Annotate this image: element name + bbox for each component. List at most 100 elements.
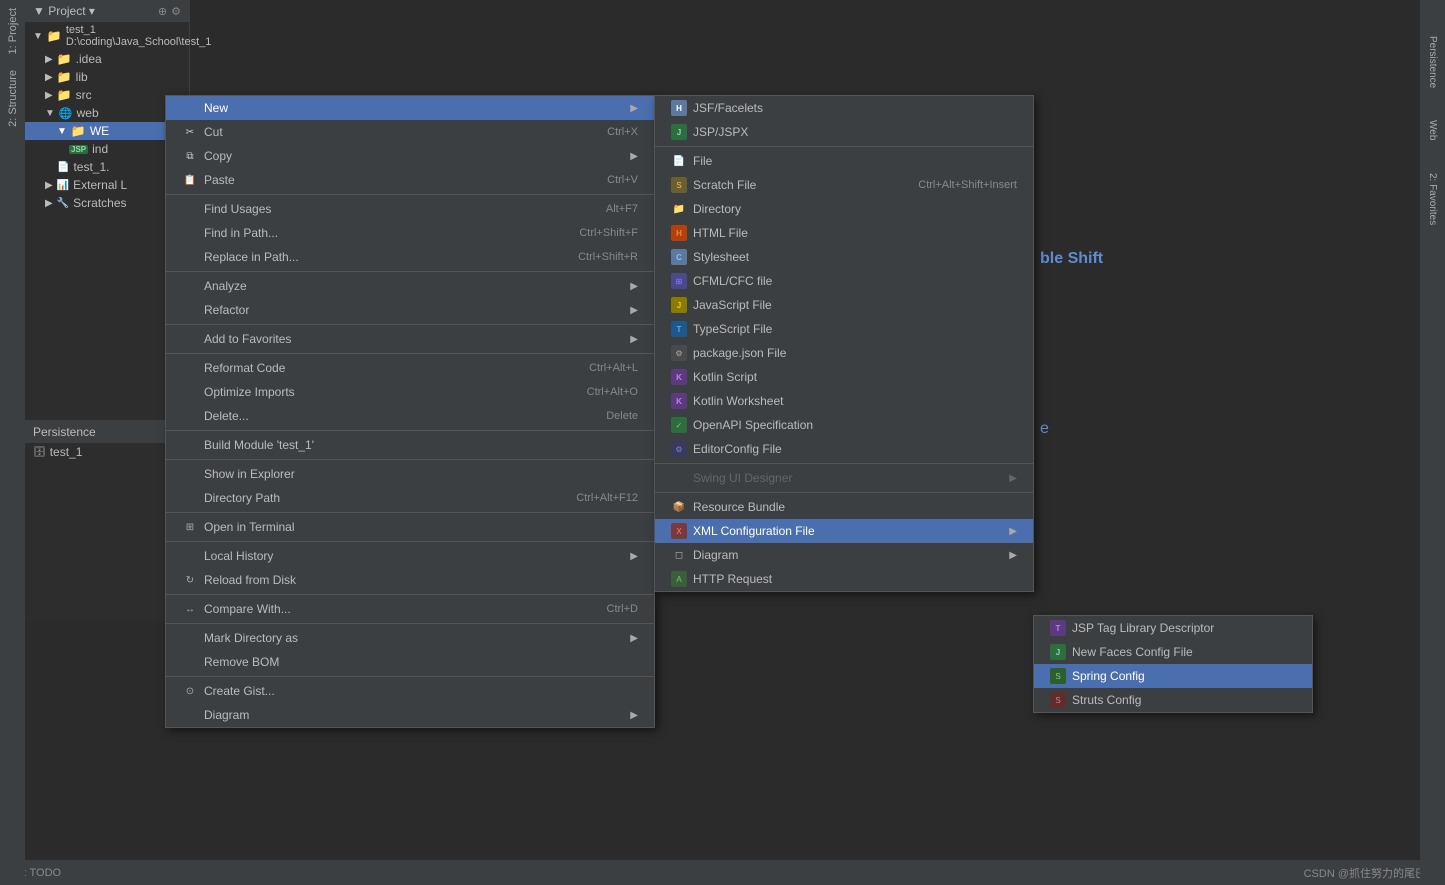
cfml-icon: ⊞ <box>671 273 687 289</box>
menu-item-delete[interactable]: Delete... Delete <box>166 404 654 428</box>
separator-3 <box>166 324 654 325</box>
menu-label-refactor: Refactor <box>204 303 249 317</box>
submenu-item-ts[interactable]: T TypeScript File <box>655 317 1033 341</box>
submenu-label-directory: Directory <box>693 202 741 216</box>
menu-item-new[interactable]: New ▶ <box>166 96 654 120</box>
separator-9 <box>166 594 654 595</box>
submenu-resource-left: 📦 Resource Bundle <box>671 499 785 515</box>
menu-item-build-module[interactable]: Build Module 'test_1' <box>166 433 654 457</box>
menu-item-analyze[interactable]: Analyze ▶ <box>166 274 654 298</box>
analyze-icon <box>182 278 198 294</box>
submenu-label-diagram: Diagram <box>693 548 738 562</box>
menu-item-copy[interactable]: ⧉ Copy ▶ <box>166 144 654 168</box>
menu-item-cut[interactable]: ✂ Cut Ctrl+X <box>166 120 654 144</box>
menu-item-diagram[interactable]: Diagram ▶ <box>166 703 654 727</box>
menu-item-paste[interactable]: 📋 Paste Ctrl+V <box>166 168 654 192</box>
submenu-item-pkg[interactable]: ⚙ package.json File <box>655 341 1033 365</box>
submenu-item-jsp[interactable]: J JSP/JSPX <box>655 120 1033 144</box>
separator-1 <box>166 194 654 195</box>
tree-item-idea[interactable]: ▶ 📁 .idea <box>25 50 189 68</box>
right-tab-persistence[interactable]: Persistence <box>1424 30 1441 94</box>
separator-6 <box>166 459 654 460</box>
submenu-item-http[interactable]: A HTTP Request <box>655 567 1033 591</box>
separator-5 <box>166 430 654 431</box>
cut-shortcut: Ctrl+X <box>607 126 638 138</box>
submenu-http-left: A HTTP Request <box>671 571 772 587</box>
menu-item-find-path[interactable]: Find in Path... Ctrl+Shift+F <box>166 221 654 245</box>
sidebar-tab-structure[interactable]: 2: Structure <box>3 62 23 135</box>
new-arrow-icon: ▶ <box>630 103 638 114</box>
submenu-label-editor: EditorConfig File <box>693 442 782 456</box>
submenu-xml-item-spring[interactable]: S Spring Config <box>1034 664 1312 688</box>
submenu-label-jsp: JSP/JSPX <box>693 125 748 139</box>
submenu-item-scratch[interactable]: S Scratch File Ctrl+Alt+Shift+Insert <box>655 173 1033 197</box>
submenu-item-html[interactable]: H HTML File <box>655 221 1033 245</box>
tree-item-test1[interactable]: ▼ 📁 test_1 D:\coding\Java_School\test_1 <box>25 22 189 50</box>
menu-item-find-usages[interactable]: Find Usages Alt+F7 <box>166 197 654 221</box>
submenu-item-file[interactable]: 📄 File <box>655 149 1033 173</box>
submenu-item-kotlin[interactable]: K Kotlin Script <box>655 365 1033 389</box>
jsf-icon: H <box>671 100 687 116</box>
menu-item-create-gist[interactable]: ⊙ Create Gist... <box>166 679 654 703</box>
explorer-icon <box>182 466 198 482</box>
submenu-item-kotlin-ws[interactable]: K Kotlin Worksheet <box>655 389 1033 413</box>
menu-item-optimize[interactable]: Optimize Imports Ctrl+Alt+O <box>166 380 654 404</box>
menu-item-new-left: New <box>182 100 228 116</box>
submenu-item-swing[interactable]: Swing UI Designer ▶ <box>655 466 1033 490</box>
right-tab-web[interactable]: Web <box>1424 114 1441 146</box>
submenu-item-diagram[interactable]: ◻ Diagram ▶ <box>655 543 1033 567</box>
menu-item-refactor[interactable]: Refactor ▶ <box>166 298 654 322</box>
menu-item-dir-path[interactable]: Directory Path Ctrl+Alt+F12 <box>166 486 654 510</box>
submenu-pkg-left: ⚙ package.json File <box>671 345 786 361</box>
folder-icon-src: 📁 <box>57 88 72 102</box>
menu-item-add-favorites[interactable]: Add to Favorites ▶ <box>166 327 654 351</box>
menu-item-mark-dir[interactable]: Mark Directory as ▶ <box>166 626 654 650</box>
openapi-icon: ✓ <box>671 417 687 433</box>
menu-label-delete: Delete... <box>204 409 249 423</box>
kotlin-ws-icon: K <box>671 393 687 409</box>
right-tab-bar: Persistence Web 2: Favorites <box>1420 0 1445 885</box>
tree-label-scratches: Scratches <box>73 196 126 210</box>
submenu-xml-item-jsp-tag[interactable]: T JSP Tag Library Descriptor <box>1034 616 1312 640</box>
folder-icon-idea: 📁 <box>57 52 72 66</box>
project-icon-2[interactable]: ⚙ <box>171 5 181 18</box>
submenu-diagram-left: ◻ Diagram <box>671 547 738 563</box>
menu-item-show-explorer[interactable]: Show in Explorer <box>166 462 654 486</box>
tree-item-lib[interactable]: ▶ 📁 lib <box>25 68 189 86</box>
menu-label-mark-dir: Mark Directory as <box>204 631 298 645</box>
xml-icon: X <box>671 523 687 539</box>
submenu-item-editor[interactable]: ⚙ EditorConfig File <box>655 437 1033 461</box>
submenu-item-cfml[interactable]: ⊞ CFML/CFC file <box>655 269 1033 293</box>
submenu-item-directory[interactable]: 📁 Directory <box>655 197 1033 221</box>
menu-item-reload[interactable]: ↻ Reload from Disk <box>166 568 654 592</box>
folder-icon-test1: 📁 <box>47 29 62 43</box>
submenu-item-openapi[interactable]: ✓ OpenAPI Specification <box>655 413 1033 437</box>
menu-item-diagram-left: Diagram <box>182 707 249 723</box>
submenu-xml-item-faces[interactable]: J New Faces Config File <box>1034 640 1312 664</box>
project-icon-1[interactable]: ⊕ <box>158 5 167 18</box>
submenu-item-css[interactable]: C Stylesheet <box>655 245 1033 269</box>
submenu-item-resource[interactable]: 📦 Resource Bundle <box>655 495 1033 519</box>
submenu-item-xml[interactable]: X XML Configuration File ▶ <box>655 519 1033 543</box>
submenu-sep-3 <box>655 492 1033 493</box>
menu-item-replace-path[interactable]: Replace in Path... Ctrl+Shift+R <box>166 245 654 269</box>
submenu-item-jsf[interactable]: H JSF/Facelets <box>655 96 1033 120</box>
menu-item-local-history[interactable]: Local History ▶ <box>166 544 654 568</box>
menu-item-explorer-left: Show in Explorer <box>182 466 295 482</box>
tree-label-test1: test_1 D:\coding\Java_School\test_1 <box>66 24 212 48</box>
right-tab-favorites[interactable]: 2: Favorites <box>1424 167 1441 231</box>
find-usages-shortcut: Alt+F7 <box>606 203 638 215</box>
menu-item-reformat[interactable]: Reformat Code Ctrl+Alt+L <box>166 356 654 380</box>
chevron-right-icon-ext: ▶ <box>45 180 53 191</box>
menu-item-terminal[interactable]: ⊞ Open in Terminal <box>166 515 654 539</box>
submenu-jsp-left: J JSP/JSPX <box>671 124 748 140</box>
submenu-xml-item-struts[interactable]: S Struts Config <box>1034 688 1312 712</box>
menu-item-remove-bom[interactable]: Remove BOM <box>166 650 654 674</box>
submenu-file-left: 📄 File <box>671 153 712 169</box>
menu-item-compare-left: ↔ Compare With... <box>182 601 291 617</box>
menu-item-compare[interactable]: ↔ Compare With... Ctrl+D <box>166 597 654 621</box>
sidebar-tab-project[interactable]: 1: Project <box>3 0 23 62</box>
submenu-scratch-left: S Scratch File <box>671 177 756 193</box>
js-icon: J <box>671 297 687 313</box>
submenu-item-js[interactable]: J JavaScript File <box>655 293 1033 317</box>
